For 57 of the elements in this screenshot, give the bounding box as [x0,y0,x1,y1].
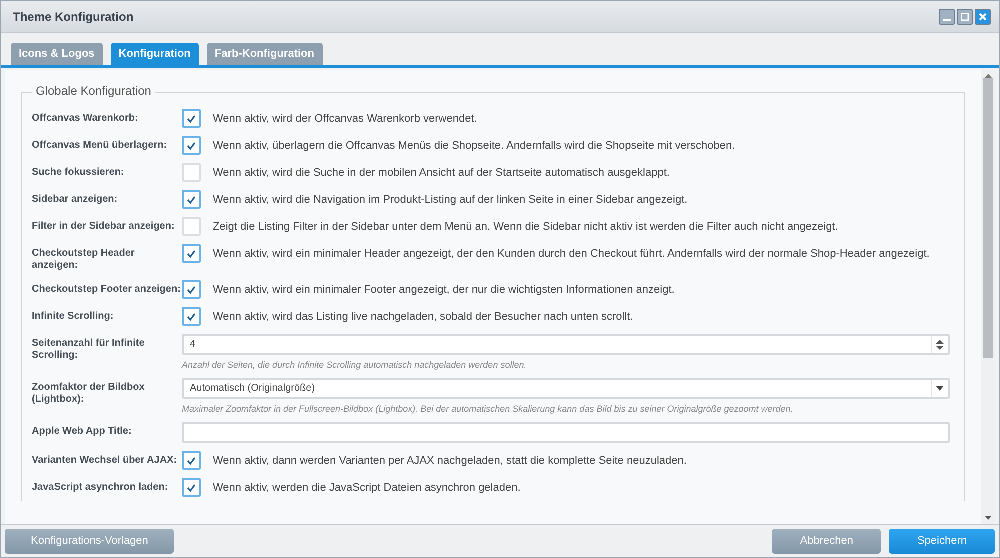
check-icon [187,196,196,204]
setting-label: JavaScript asynchron laden: [32,481,170,494]
setting-label: Zoomfaktor der Bildbox (Lightbox): [32,381,146,406]
setting-description: Zeigt die Listing Filter in der Sidebar unter dem Menü an. Wenn die Sidebar nicht aktiv ist werden die Filter auch nicht angezeigt. [213,220,838,232]
scrollbar-thumb[interactable] [983,78,993,358]
select-field[interactable]: Automatisch (Originalgröße) [182,378,950,399]
cancel-button[interactable]: Abbrechen [772,528,882,554]
setting-description: Wenn aktiv, wird ein minimaler Footer angezeigt, der nur die wichtigsten Informationen anzeigt. [213,284,675,296]
setting-label: Infinite Scrolling: [32,310,115,323]
window-title: Theme Konfiguration [13,10,134,24]
checkbox[interactable] [182,190,201,209]
checkbox[interactable] [182,307,201,326]
setting-description: Wenn aktiv, werden die JavaScript Dateien asynchron geladen. [213,482,521,494]
setting-label: Offcanvas Menü überlagern: [32,139,168,152]
setting-description: Wenn aktiv, überlagern die Offcanvas Menüs die Shopseite. Andernfalls wird die Shopseite mit verschoben. [213,140,736,152]
dropdown-arrow-icon[interactable] [936,386,944,391]
save-button[interactable]: Speichern [889,528,995,554]
setting-description: Wenn aktiv, wird die Navigation im Produkt-Listing auf der linken Seite in einer Sidebar angezeigt. [213,194,688,206]
setting-description: Wenn aktiv, dann werden Varianten per AJAX nachgeladen, statt die komplette Seite neuzuladen. [213,454,687,466]
help-text: Maximaler Zoomfaktor in der Fullscreen-Bildbox (Lightbox). Bei der automatischen Skalierung kann das Bild bis zu seiner Originalgröße gezoomt werden. [182,404,794,414]
setting-label: Filter in der Sidebar anzeigen: [32,220,176,233]
setting-label: Suche fokussieren: [32,166,126,179]
spinner-arrows-icon[interactable] [936,338,944,350]
setting-label: Seitenanzahl für Infinite Scrolling: [32,337,146,362]
checkbox[interactable] [182,280,201,299]
check-icon [187,114,196,122]
close-icon[interactable] [979,12,987,20]
setting-description: Wenn aktiv, wird die Suche in der mobilen Ansicht auf der Startseite automatisch ausgeklappt. [213,166,670,178]
check-icon [187,456,196,464]
check-icon [187,250,196,258]
checkbox[interactable] [182,109,201,128]
setting-label: Offcanvas Warenkorb: [32,112,140,125]
checkbox[interactable] [182,451,201,470]
setting-label: Checkoutstep Header anzeigen: [32,247,136,272]
fieldset-legend: Globale Konfiguration [32,84,156,98]
check-icon [187,312,196,320]
check-icon [187,484,196,492]
setting-label: Sidebar anzeigen: [32,193,119,206]
templates-button[interactable]: Konfigurations-Vorlagen [5,528,174,554]
scroll-down-icon[interactable] [984,516,992,520]
setting-description: Wenn aktiv, wird der Offcanvas Warenkorb verwendet. [213,112,478,124]
setting-description: Wenn aktiv, wird das Listing live nachgeladen, sobald der Besucher nach unten scrollt. [213,310,634,322]
checkbox[interactable] [182,478,201,497]
help-text: Anzahl der Seiten, die durch Infinite Scrolling automatisch nachgeladen werden sollen. [182,360,528,370]
checkbox[interactable] [182,244,201,263]
tab[interactable]: Icons & Logos [11,43,103,65]
input-field[interactable] [182,422,950,443]
check-icon [187,286,196,294]
check-icon [187,142,196,150]
checkbox[interactable] [182,136,201,155]
setting-label: Apple Web App Title: [32,425,133,438]
tab[interactable]: Farb-Konfiguration [206,43,322,65]
tab[interactable]: Konfiguration [110,43,199,65]
setting-label: Checkoutstep Footer anzeigen: [32,283,182,296]
setting-label: Varianten Wechsel über AJAX: [32,454,178,467]
setting-description: Wenn aktiv, wird ein minimaler Header angezeigt, der den Kunden durch den Checkout führt. Andernfalls wird der normale Shop-Header angezeigt. [213,248,930,260]
number-field[interactable]: 4 [182,334,950,355]
